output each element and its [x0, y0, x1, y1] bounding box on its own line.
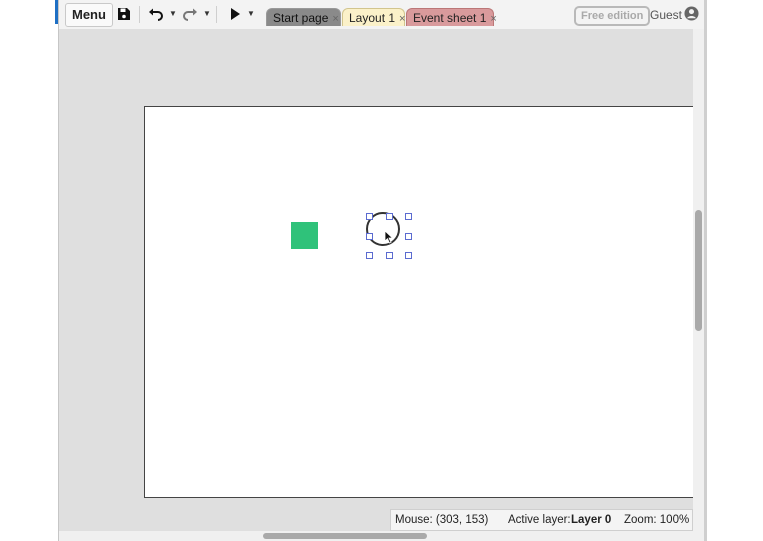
- user-account-icon[interactable]: [684, 6, 699, 21]
- layout-canvas[interactable]: [144, 106, 693, 498]
- window-right-border: [704, 0, 707, 541]
- selection-handle[interactable]: [386, 252, 393, 259]
- tab-event-sheet-1[interactable]: Event sheet 1 ×: [406, 8, 497, 26]
- close-icon[interactable]: ×: [399, 13, 405, 25]
- selection-handle[interactable]: [366, 252, 373, 259]
- active-layer-label: Active layer:: [508, 514, 571, 526]
- selection-handle[interactable]: [405, 252, 412, 259]
- close-icon[interactable]: ×: [490, 13, 496, 25]
- selection-handle[interactable]: [405, 233, 412, 240]
- tab-label: Layout 1: [349, 11, 396, 25]
- menu-button[interactable]: Menu: [65, 3, 113, 27]
- horizontal-scroll-thumb[interactable]: [263, 533, 427, 539]
- horizontal-scrollbar[interactable]: [59, 531, 704, 541]
- user-name: Guest: [650, 8, 683, 22]
- save-button[interactable]: [117, 4, 131, 24]
- undo-icon: [149, 8, 163, 21]
- preview-dropdown-icon[interactable]: ▼: [247, 9, 255, 18]
- tab-layout-1[interactable]: Layout 1 ×: [342, 8, 405, 26]
- save-icon: [118, 8, 130, 20]
- redo-dropdown-icon[interactable]: ▼: [203, 9, 211, 18]
- preview-button[interactable]: [229, 4, 241, 24]
- selection-handle[interactable]: [366, 213, 373, 220]
- undo-dropdown-icon[interactable]: ▼: [169, 9, 177, 18]
- undo-button[interactable]: [148, 4, 164, 24]
- close-icon[interactable]: ×: [332, 13, 338, 25]
- selection-handle[interactable]: [386, 213, 393, 220]
- selection-handle[interactable]: [405, 213, 412, 220]
- active-layer-value: Layer 0: [571, 514, 612, 526]
- selection-handle[interactable]: [366, 233, 373, 240]
- mouse-position: Mouse: (303, 153): [395, 514, 489, 526]
- layout-viewport[interactable]: [59, 29, 693, 531]
- tab-label: Event sheet 1: [413, 11, 487, 25]
- vertical-scrollbar[interactable]: [693, 29, 704, 531]
- vertical-scroll-thumb[interactable]: [695, 210, 702, 331]
- tab-start-page[interactable]: Start page ×: [266, 8, 341, 26]
- edition-badge[interactable]: Free edition: [574, 6, 651, 26]
- main-toolbar: Menu ▼ ▼ ▼ Start page × Layout 1 × Event…: [59, 0, 704, 29]
- sprite-object[interactable]: [291, 222, 318, 249]
- toolbar-divider: [216, 6, 217, 23]
- editor-app: Menu ▼ ▼ ▼ Start page × Layout 1 × Event…: [59, 0, 704, 541]
- redo-button[interactable]: [182, 4, 198, 24]
- zoom-level: Zoom: 100%: [624, 514, 690, 526]
- tab-label: Start page: [273, 11, 329, 25]
- toolbar-divider: [139, 6, 140, 23]
- mouse-pointer-icon: [384, 230, 394, 244]
- status-bar: Mouse: (303, 153) Active layer: Layer 0 …: [390, 509, 693, 531]
- play-icon: [231, 8, 240, 20]
- redo-icon: [183, 8, 197, 21]
